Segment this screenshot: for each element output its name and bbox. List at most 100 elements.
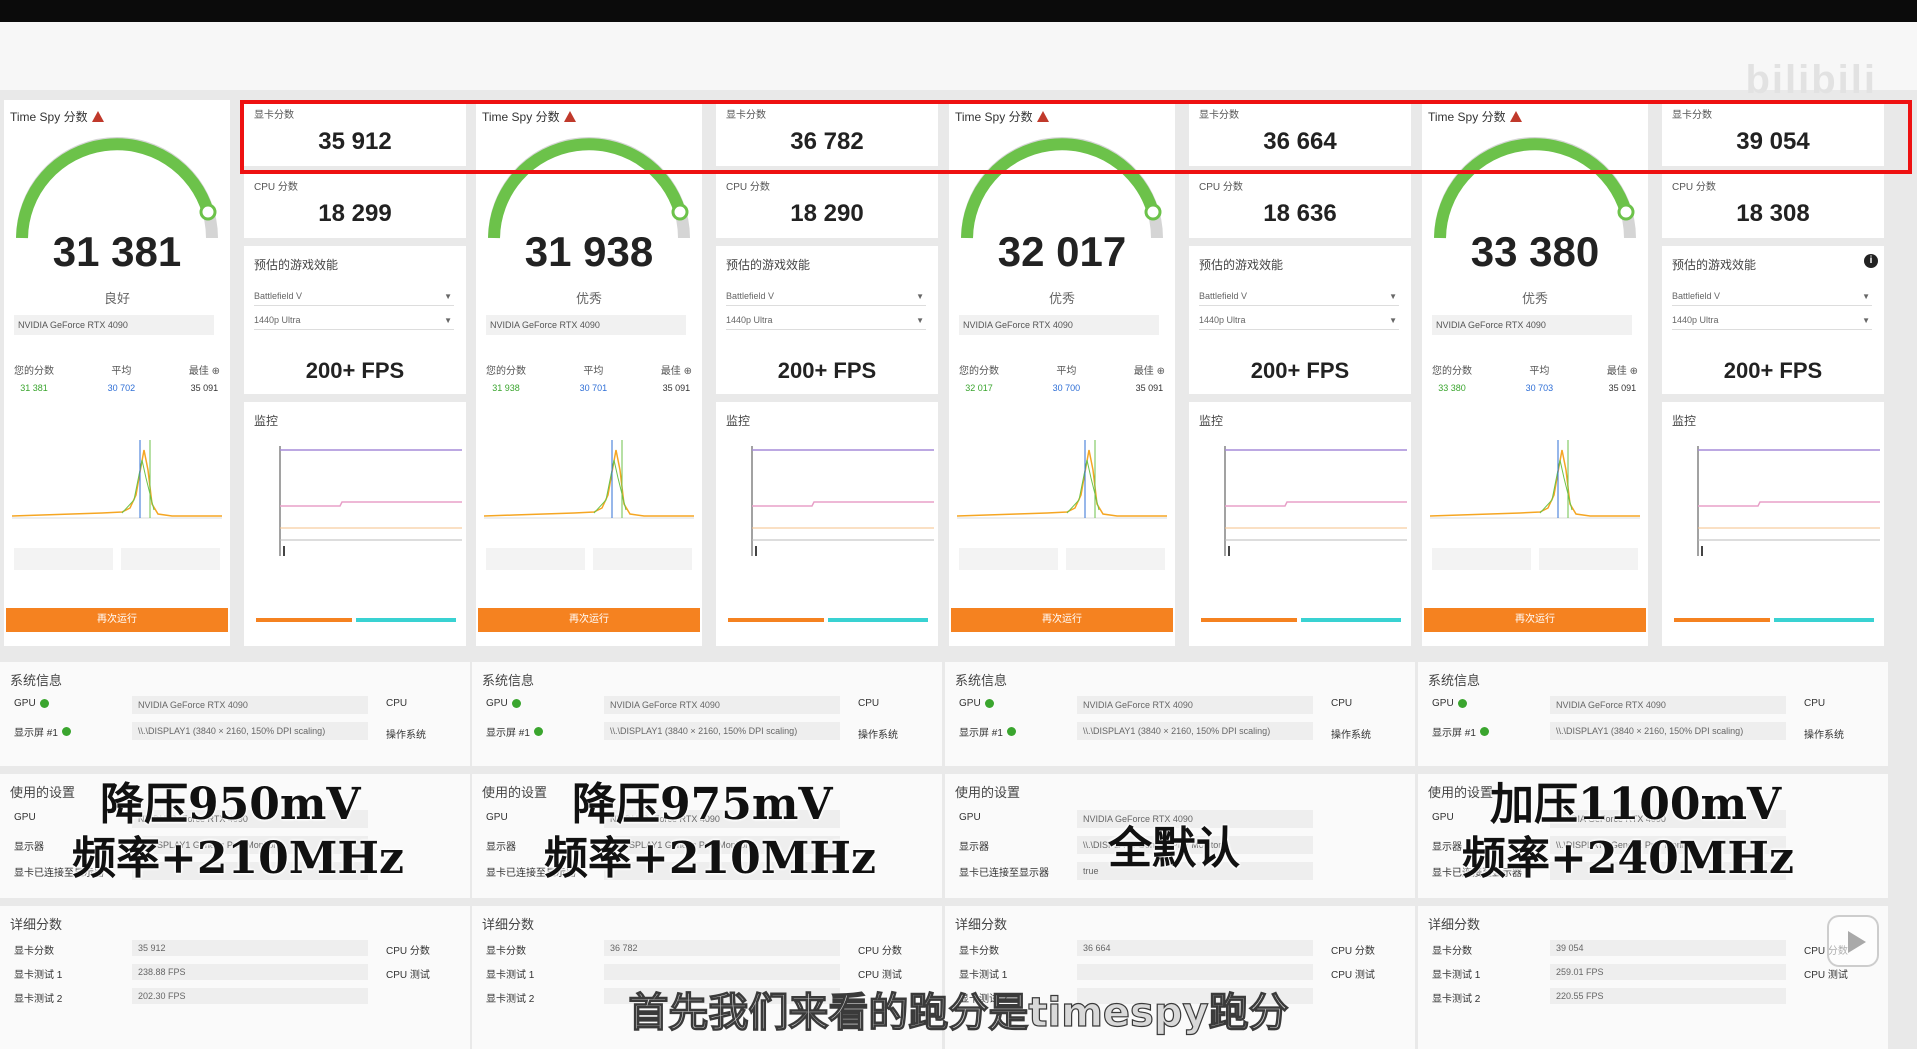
detailed-scores-title: 详细分数 [1428, 917, 1481, 932]
game-select[interactable]: Battlefield V ▼ [1672, 288, 1872, 306]
score-rating: 良好 [103, 291, 130, 306]
run-again-button[interactable]: 再次运行 [1424, 608, 1646, 632]
system-info-title: 系统信息 [955, 673, 1008, 688]
run-again-button[interactable]: 再次运行 [478, 608, 700, 632]
check-icon [1479, 727, 1489, 736]
detail-cpu-score-label: CPU 分数 [858, 946, 902, 957]
resolution-select-value: 1440p Ultra [1672, 315, 1719, 325]
cpu-row-label: CPU [1331, 698, 1353, 709]
display-field: \\.\DISPLAY1 (3840 × 2160, 150% DPI scal… [1550, 722, 1786, 740]
monitoring-card: 监控 [1662, 402, 1884, 646]
detail-gpu-score-field: 36 664 [1077, 940, 1313, 956]
detail-test1-label: 显卡测试 1 [959, 970, 1008, 981]
resolution-select-value: 1440p Ultra [1199, 315, 1246, 325]
chevron-down-icon: ▼ [1389, 316, 1397, 325]
run-again-button[interactable]: 再次运行 [6, 608, 228, 632]
display-row-label: 显示屏 #1 [1432, 728, 1476, 739]
best-value: 35 091 [662, 383, 691, 393]
score-comparison: 您的分数 31 938 平均 30 701 最佳 ⊕ 35 091 [486, 362, 692, 393]
monitor-title: 监控 [726, 414, 751, 428]
timespy-score-card: Time Spy 分数 31 381 良好 NVIDIA GeForce RTX… [4, 100, 230, 646]
gpu-field: NVIDIA GeForce RTX 4090 [1077, 696, 1313, 714]
chevron-down-icon: ▼ [1862, 292, 1870, 301]
detail-test1-label: 显卡测试 1 [1432, 970, 1481, 981]
estimated-fps: 200+ FPS [1250, 358, 1350, 383]
average-value: 30 700 [1052, 383, 1081, 393]
chevron-down-icon: ▼ [1862, 316, 1870, 325]
filter-pills [486, 548, 692, 570]
your-score-stat: 您的分数 31 381 [14, 362, 54, 393]
overlay-caption: 频率+210MHz [544, 833, 876, 884]
resolution-select-value: 1440p Ultra [254, 315, 301, 325]
play-icon[interactable] [1827, 915, 1879, 967]
display-row-label: 显示屏 #1 [959, 728, 1003, 739]
filter-pill[interactable] [959, 548, 1058, 570]
overlay-caption: 频率+210MHz [72, 833, 404, 884]
check-icon [533, 727, 543, 736]
monitoring-card: 监控 [244, 402, 466, 646]
resolution-select-value: 1440p Ultra [726, 315, 773, 325]
monitor-timeline [1201, 618, 1401, 622]
info-icon[interactable]: i [1864, 254, 1878, 268]
game-select[interactable]: Battlefield V ▼ [726, 288, 926, 306]
filter-pill[interactable] [121, 548, 220, 570]
used-display-label: 显示器 [14, 842, 44, 853]
resolution-select[interactable]: 1440p Ultra ▼ [254, 312, 454, 330]
filter-pill[interactable] [1432, 548, 1531, 570]
best-stat: 最佳 ⊕ 35 091 [189, 362, 220, 393]
filter-pills [959, 548, 1165, 570]
result-column: Time Spy 分数 31 938 优秀 NVIDIA GeForce RTX… [472, 90, 942, 1049]
os-row-label: 操作系统 [386, 730, 426, 741]
your-score-label: 您的分数 [959, 366, 999, 377]
monitoring-chart [279, 446, 462, 556]
filter-pills [14, 548, 220, 570]
score-distribution-chart [12, 440, 222, 519]
detailed-scores-title: 详细分数 [10, 917, 63, 932]
score-distribution-chart [484, 440, 694, 519]
used-display-label: 显示器 [959, 842, 989, 853]
best-label: 最佳 ⊕ [661, 362, 692, 377]
resolution-select[interactable]: 1440p Ultra ▼ [726, 312, 926, 330]
perf-title: 预估的游戏效能 [726, 258, 811, 272]
game-select[interactable]: Battlefield V ▼ [254, 288, 454, 306]
score-distribution-chart [957, 440, 1167, 519]
average-label: 平均 [1056, 366, 1077, 377]
detail-gpu-score-field: 36 782 [604, 940, 840, 956]
resolution-select[interactable]: 1440p Ultra ▼ [1672, 312, 1872, 330]
display-row: 显示屏 #1 [959, 724, 1016, 739]
check-icon [61, 727, 71, 736]
score-distribution-chart [1430, 440, 1640, 519]
check-icon [1457, 699, 1467, 708]
best-stat: 最佳 ⊕ 35 091 [661, 362, 692, 393]
your-score-value: 33 380 [1438, 383, 1466, 393]
filter-pill[interactable] [14, 548, 113, 570]
overlay-caption: 全默认 [1108, 823, 1240, 874]
result-column: Time Spy 分数 33 380 优秀 NVIDIA GeForce RTX… [1418, 90, 1888, 1049]
filter-pill[interactable] [593, 548, 692, 570]
cpu-score-label: CPU 分数 [726, 182, 770, 193]
filter-pill[interactable] [486, 548, 585, 570]
score-comparison: 您的分数 33 380 平均 30 703 最佳 ⊕ 35 091 [1432, 362, 1638, 393]
filter-pill[interactable] [1539, 548, 1638, 570]
score-rating: 优秀 [575, 291, 602, 306]
filter-pill[interactable] [1066, 548, 1165, 570]
best-label-text: 最佳 [1606, 366, 1627, 377]
cpu-score-value: 18 299 [318, 200, 392, 227]
game-select-value: Battlefield V [1672, 291, 1721, 301]
check-icon [511, 699, 521, 708]
monitor-title: 监控 [1672, 414, 1697, 428]
estimated-game-performance-card: 预估的游戏效能 i Battlefield V ▼ 1440p Ultra ▼ 20… [1662, 246, 1884, 394]
estimated-game-performance-card: 预估的游戏效能 Battlefield V ▼ 1440p Ultra ▼ 200+… [716, 246, 938, 394]
display-row: 显示屏 #1 [1432, 724, 1489, 739]
score-comparison: 您的分数 32 017 平均 30 700 最佳 ⊕ 35 091 [959, 362, 1165, 393]
display-field: \\.\DISPLAY1 (3840 × 2160, 150% DPI scal… [1077, 722, 1313, 740]
best-value: 35 091 [1135, 383, 1164, 393]
monitor-timeline [728, 618, 928, 622]
resolution-select[interactable]: 1440p Ultra ▼ [1199, 312, 1399, 330]
detail-cpu-score-label: CPU 分数 [386, 946, 430, 957]
run-again-button[interactable]: 再次运行 [951, 608, 1173, 632]
system-info-section: 系统信息 GPU NVIDIA GeForce RTX 4090 CPU 显示屏… [472, 662, 942, 766]
game-select[interactable]: Battlefield V ▼ [1199, 288, 1399, 306]
gpu-row-label: GPU [486, 698, 508, 709]
best-label-text: 最佳 [660, 366, 681, 377]
